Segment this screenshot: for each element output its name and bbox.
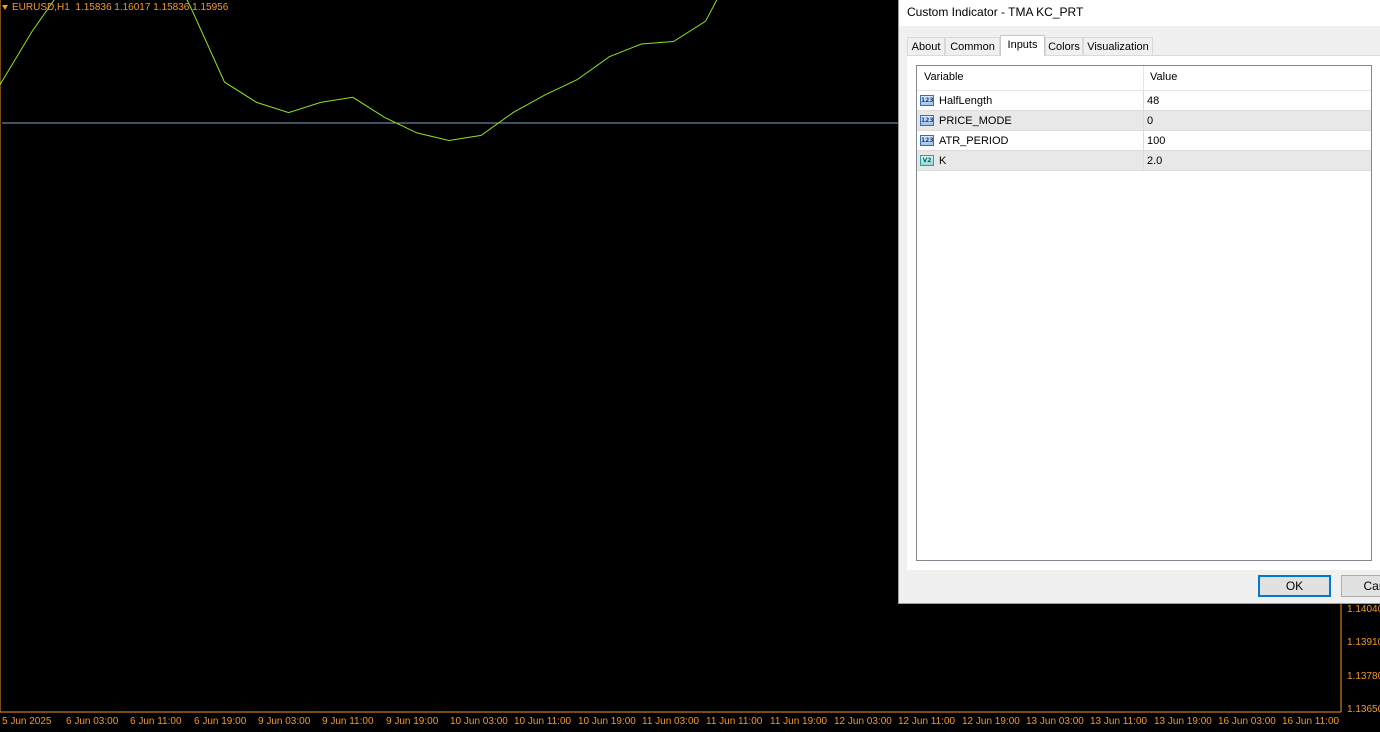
time-axis-label: 10 Jun 03:00 <box>450 716 508 727</box>
input-name: K <box>939 155 947 167</box>
tab-visualization[interactable]: Visualization <box>1083 37 1153 55</box>
time-axis-label: 9 Jun 11:00 <box>322 716 374 727</box>
cell-divider <box>1143 131 1144 150</box>
cancel-button[interactable]: Canc <box>1341 575 1380 597</box>
time-axis-label: 9 Jun 03:00 <box>258 716 311 727</box>
price-axis-label: 1.13780 <box>1347 671 1380 682</box>
chart-symbol: EURUSD,H1 <box>12 2 70 13</box>
time-axis-label: 16 Jun 03:00 <box>1218 716 1276 727</box>
price-axis-label: 1.13910 <box>1347 637 1380 648</box>
input-row-price-mode[interactable]: 123 PRICE_MODE 0 <box>917 111 1371 131</box>
inputs-panel: Variable Value 123 HalfLength 48 123 PRI… <box>907 55 1380 570</box>
time-axis-label: 12 Jun 19:00 <box>962 716 1020 727</box>
dialog-titlebar[interactable]: Custom Indicator - TMA KC_PRT <box>899 0 1380 26</box>
input-row-k[interactable]: V2 K 2.0 <box>917 151 1371 171</box>
input-name: HalfLength <box>939 95 993 107</box>
tab-colors[interactable]: Colors <box>1045 37 1083 55</box>
cell-divider <box>1143 111 1144 130</box>
time-axis-label: 11 Jun 03:00 <box>642 716 700 727</box>
time-axis-label: 13 Jun 19:00 <box>1154 716 1212 727</box>
tab-about[interactable]: About <box>907 37 945 55</box>
time-axis-label: 6 Jun 19:00 <box>194 716 247 727</box>
input-value[interactable]: 100 <box>1147 131 1165 151</box>
chart-ohlc: 1.15836 1.16017 1.15836 1.15956 <box>75 2 229 13</box>
input-row-halflength[interactable]: 123 HalfLength 48 <box>917 91 1371 111</box>
grid-header: Variable Value <box>917 66 1371 91</box>
time-axis-label: 10 Jun 11:00 <box>514 716 572 727</box>
time-axis-label: 6 Jun 11:00 <box>130 716 182 727</box>
double-type-icon: V2 <box>920 155 934 166</box>
price-axis-label: 1.13650 <box>1347 704 1380 715</box>
time-axis-label: 6 Jun 03:00 <box>66 716 119 727</box>
cell-divider <box>1143 151 1144 170</box>
price-axis-label: 1.14040 <box>1347 604 1380 615</box>
time-axis-label: 11 Jun 11:00 <box>706 716 763 727</box>
time-axis-label: 9 Jun 19:00 <box>386 716 439 727</box>
integer-type-icon: 123 <box>920 135 934 146</box>
column-header-value[interactable]: Value <box>1150 71 1177 83</box>
time-axis-label: 12 Jun 11:00 <box>898 716 956 727</box>
input-value[interactable]: 0 <box>1147 111 1153 131</box>
inputs-grid: Variable Value 123 HalfLength 48 123 PRI… <box>916 65 1372 561</box>
tab-inputs[interactable]: Inputs <box>1000 35 1045 56</box>
input-name: PRICE_MODE <box>939 115 1012 127</box>
input-value[interactable]: 2.0 <box>1147 151 1162 171</box>
time-axis-label: 13 Jun 03:00 <box>1026 716 1084 727</box>
time-axis-label: 5 Jun 2025 <box>2 716 52 727</box>
ok-button[interactable]: OK <box>1258 575 1331 597</box>
time-axis-label: 11 Jun 19:00 <box>770 716 828 727</box>
chart-header: EURUSD,H1 1.15836 1.16017 1.15836 1.1595… <box>2 2 228 13</box>
integer-type-icon: 123 <box>920 115 934 126</box>
column-header-variable[interactable]: Variable <box>924 71 964 83</box>
time-axis-label: 10 Jun 19:00 <box>578 716 636 727</box>
chart-menu-triangle-icon[interactable] <box>2 4 8 10</box>
time-axis-label: 12 Jun 03:00 <box>834 716 892 727</box>
input-name: ATR_PERIOD <box>939 135 1009 147</box>
column-divider[interactable] <box>1143 66 1144 90</box>
input-value[interactable]: 48 <box>1147 91 1159 111</box>
time-axis-label: 16 Jun 11:00 <box>1282 716 1340 727</box>
dialog-title: Custom Indicator - TMA KC_PRT <box>907 5 1084 19</box>
time-axis-label: 13 Jun 11:00 <box>1090 716 1148 727</box>
tab-common[interactable]: Common <box>945 37 1000 55</box>
indicator-dialog: Custom Indicator - TMA KC_PRT About Comm… <box>898 0 1380 604</box>
input-row-atr-period[interactable]: 123 ATR_PERIOD 100 <box>917 131 1371 151</box>
band-lower-line <box>0 0 718 142</box>
cell-divider <box>1143 91 1144 110</box>
integer-type-icon: 123 <box>920 95 934 106</box>
